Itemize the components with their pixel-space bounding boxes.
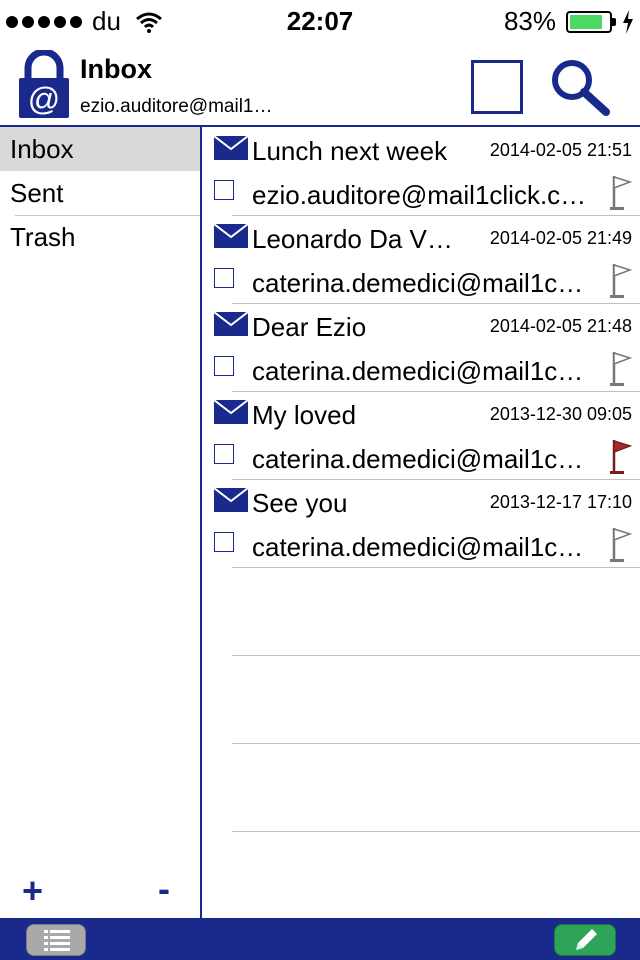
search-icon[interactable] — [548, 56, 612, 116]
message-date: 2014-02-05 21:49 — [489, 228, 632, 248]
svg-text:@: @ — [28, 81, 60, 117]
message-subject: Dear Ezio — [252, 312, 367, 342]
flag-icon[interactable] — [610, 174, 634, 212]
row-divider — [232, 567, 640, 568]
message-date: 2013-12-17 17:10 — [489, 492, 632, 512]
remove-folder-button[interactable]: - — [158, 868, 170, 910]
message-row[interactable]: Leonardo Da V… 2014-02-05 21:49 caterina… — [202, 216, 640, 304]
message-subject: Lunch next week — [252, 136, 448, 166]
account-email: ezio.auditore@mail1… — [80, 96, 273, 117]
list-button[interactable] — [26, 924, 86, 956]
message-sender: caterina.demedici@mail1c… — [252, 444, 584, 474]
envelope-icon — [214, 136, 248, 160]
folder-trash[interactable]: Trash — [0, 215, 200, 259]
select-all-checkbox[interactable] — [471, 60, 523, 114]
row-divider — [232, 743, 640, 744]
lock-at-icon: @ — [19, 50, 69, 118]
message-subject: Leonardo Da V… — [252, 224, 453, 254]
status-bar: du 22:07 83% — [0, 0, 640, 40]
message-row[interactable]: My loved 2013-12-30 09:05 caterina.demed… — [202, 392, 640, 480]
message-date: 2014-02-05 21:48 — [489, 316, 632, 336]
message-checkbox[interactable] — [214, 268, 234, 288]
folder-sent[interactable]: Sent — [0, 171, 200, 215]
message-checkbox[interactable] — [214, 180, 234, 200]
message-sender: ezio.auditore@mail1click.c… — [252, 180, 587, 210]
charging-bolt-icon — [623, 9, 633, 34]
message-row[interactable]: Lunch next week 2014-02-05 21:51 ezio.au… — [202, 128, 640, 216]
message-date: 2014-02-05 21:51 — [489, 140, 632, 160]
flag-icon[interactable] — [610, 350, 634, 388]
message-checkbox[interactable] — [214, 444, 234, 464]
envelope-icon — [214, 400, 248, 424]
message-row[interactable]: See you 2013-12-17 17:10 caterina.demedi… — [202, 480, 640, 568]
folder-sidebar: Inbox Sent Trash — [0, 127, 200, 918]
battery-percent: 83% — [503, 6, 556, 36]
list-icon — [44, 930, 70, 951]
add-folder-button[interactable]: + — [22, 870, 43, 912]
flag-icon[interactable] — [610, 262, 634, 300]
row-divider — [232, 831, 640, 832]
row-divider — [232, 655, 640, 656]
header: @ Inbox ezio.auditore@mail1… — [0, 40, 640, 126]
pencil-icon — [576, 929, 597, 950]
message-subject: My loved — [252, 400, 357, 430]
message-row[interactable]: Dear Ezio 2014-02-05 21:48 caterina.deme… — [202, 304, 640, 392]
message-checkbox[interactable] — [214, 532, 234, 552]
bottom-toolbar — [0, 918, 640, 960]
folder-inbox[interactable]: Inbox — [0, 127, 200, 171]
envelope-icon — [214, 224, 248, 248]
flag-icon[interactable] — [610, 438, 634, 476]
compose-button[interactable] — [554, 924, 616, 956]
battery-icon — [566, 10, 616, 33]
flag-icon[interactable] — [610, 526, 634, 564]
status-right: 83% — [504, 6, 634, 37]
message-sender: caterina.demedici@mail1c… — [252, 268, 584, 298]
message-subject: See you — [252, 488, 348, 518]
envelope-icon — [214, 488, 248, 512]
envelope-icon — [214, 312, 248, 336]
message-date: 2013-12-30 09:05 — [489, 404, 632, 424]
message-checkbox[interactable] — [214, 356, 234, 376]
message-sender: caterina.demedici@mail1c… — [252, 356, 584, 386]
message-sender: caterina.demedici@mail1c… — [252, 532, 584, 562]
page-title: Inbox — [80, 54, 152, 84]
battery-fill — [570, 14, 602, 29]
